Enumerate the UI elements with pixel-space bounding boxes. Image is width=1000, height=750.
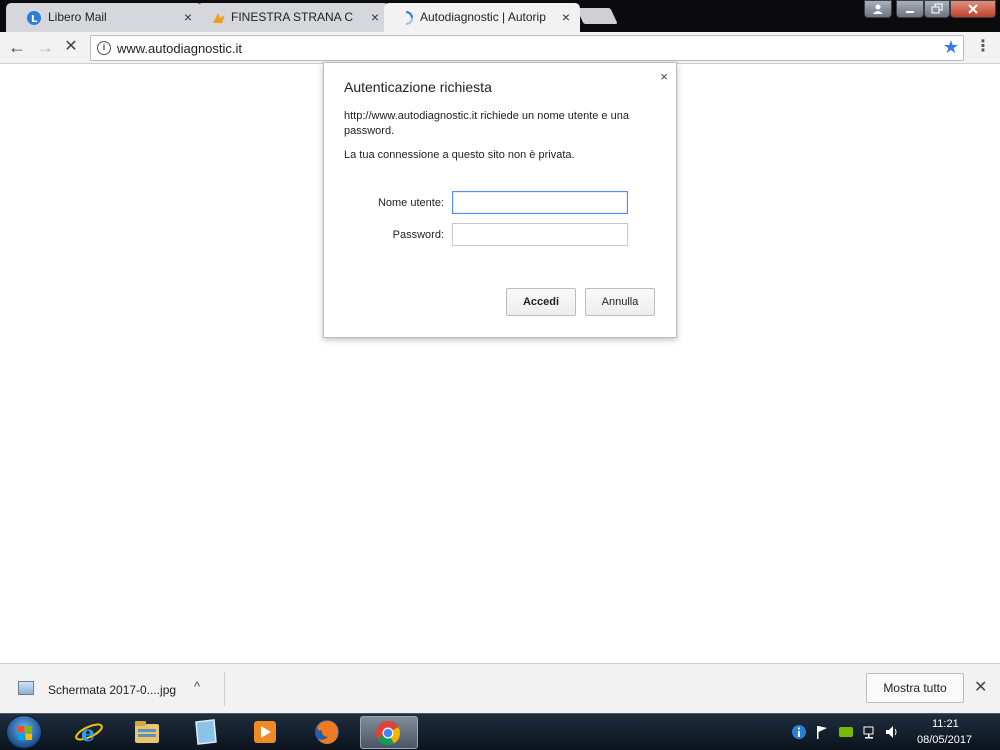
password-label: Password: <box>392 229 444 241</box>
chrome-icon <box>376 721 400 746</box>
internet-explorer-icon: e <box>75 721 103 746</box>
username-input[interactable] <box>452 191 628 214</box>
close-icon[interactable]: × <box>562 9 570 25</box>
taskbar-firefox[interactable] <box>300 716 354 749</box>
clock-date[interactable]: 08/05/2017 <box>917 734 972 746</box>
divider <box>224 672 225 706</box>
firefox-icon <box>315 720 339 744</box>
image-file-icon[interactable] <box>18 681 34 695</box>
media-player-icon <box>254 721 276 743</box>
minimize-icon[interactable] <box>896 0 924 18</box>
download-filename[interactable]: Schermata 2017-0....jpg <box>48 683 176 697</box>
loading-spinner-icon <box>405 11 413 25</box>
volume-icon[interactable] <box>884 724 900 740</box>
browser-menu-icon[interactable]: ⋮ <box>974 38 992 58</box>
login-button[interactable]: Accedi <box>506 288 576 316</box>
taskbar-media-player[interactable] <box>238 716 292 749</box>
nvidia-icon[interactable] <box>838 724 854 740</box>
close-icon[interactable]: × <box>184 9 192 25</box>
tab-title: Autodiagnostic | Autorip <box>420 10 546 24</box>
restore-icon[interactable] <box>924 0 950 18</box>
info-notification-icon[interactable] <box>791 724 807 740</box>
username-label: Nome utente: <box>377 197 444 209</box>
start-button[interactable] <box>6 715 42 749</box>
taskbar-chrome[interactable] <box>360 716 418 749</box>
chevron-up-icon[interactable]: ^ <box>194 679 200 694</box>
browser-toolbar: ← → ✕ i www.autodiagnostic.it ★ ⋮ <box>0 32 1000 64</box>
window-close-icon[interactable] <box>950 0 996 18</box>
file-explorer-icon <box>135 721 159 743</box>
tab-strip: L Libero Mail × FINESTRA STRANA CHE × Au… <box>0 0 1000 32</box>
taskbar-file-explorer[interactable] <box>120 716 174 749</box>
close-icon[interactable]: × <box>371 9 379 25</box>
notes-icon <box>195 719 217 745</box>
bookmark-star-icon[interactable]: ★ <box>943 37 959 58</box>
info-icon[interactable]: i <box>97 41 111 55</box>
password-input[interactable] <box>452 223 628 246</box>
taskbar-notes[interactable] <box>178 716 232 749</box>
url-text[interactable]: www.autodiagnostic.it <box>117 41 242 56</box>
svg-text:L: L <box>31 14 38 25</box>
download-shelf: Schermata 2017-0....jpg ^ Mostra tutto ✕ <box>0 663 1000 713</box>
tab-title: FINESTRA STRANA CHE <box>231 10 353 24</box>
tab-finestra-strana[interactable]: FINESTRA STRANA CHE × <box>197 3 389 32</box>
clock-time[interactable]: 11:21 <box>932 718 959 730</box>
close-icon[interactable]: ✕ <box>974 677 987 697</box>
privacy-warning: La tua connessione a questo sito non è p… <box>344 149 575 161</box>
address-bar[interactable]: i www.autodiagnostic.it ★ <box>90 35 964 61</box>
auth-dialog: Autenticazione richiesta × http://www.au… <box>323 62 677 338</box>
svg-text:e: e <box>81 721 95 746</box>
dialog-title: Autenticazione richiesta <box>344 79 492 95</box>
user-profile-icon[interactable] <box>864 0 892 18</box>
tab-autodiagnostic[interactable]: Autodiagnostic | Autorip × <box>384 3 580 32</box>
show-all-button[interactable]: Mostra tutto <box>866 673 964 703</box>
tab-libero-mail[interactable]: L Libero Mail × <box>6 3 202 32</box>
network-icon[interactable] <box>862 724 878 740</box>
back-arrow-icon[interactable]: ← <box>6 37 28 59</box>
forward-arrow-icon[interactable]: → <box>34 37 56 59</box>
taskbar-internet-explorer[interactable]: e <box>62 716 116 749</box>
action-center-flag-icon[interactable] <box>814 724 830 740</box>
libero-icon: L <box>27 11 41 25</box>
windows-taskbar: e 11:21 08/05/2017 <box>0 713 1000 750</box>
forum-icon <box>213 13 225 23</box>
cancel-button[interactable]: Annulla <box>585 288 655 316</box>
dialog-message: http://www.autodiagnostic.it richiede un… <box>344 110 629 137</box>
windows-logo-icon <box>18 726 32 740</box>
stop-loading-icon[interactable]: ✕ <box>60 37 82 59</box>
tab-title: Libero Mail <box>48 10 107 24</box>
new-tab-button[interactable] <box>576 8 618 24</box>
close-icon[interactable]: × <box>660 69 668 84</box>
